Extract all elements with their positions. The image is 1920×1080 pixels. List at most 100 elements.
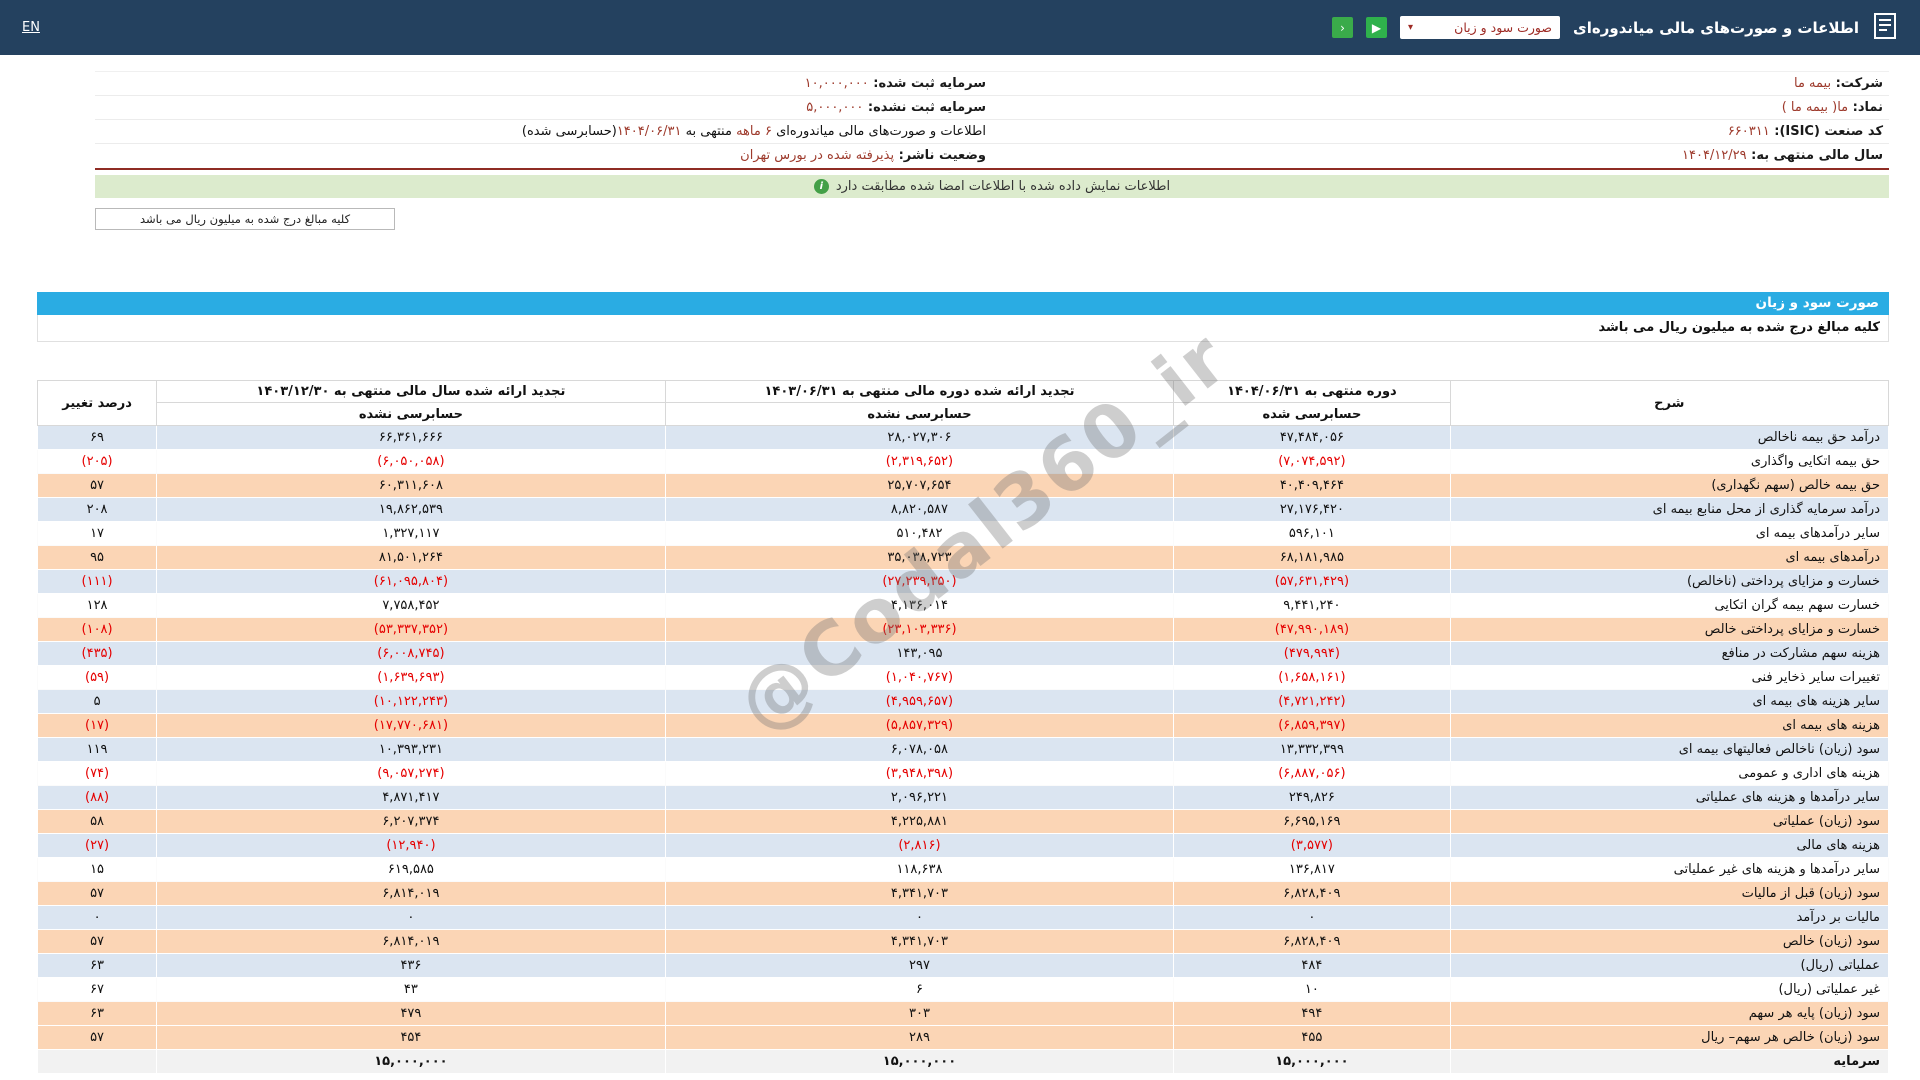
column-header-period-prior: تجدید ارائه شده دوره مالی منتهی به ۱۴۰۳/… <box>665 381 1174 403</box>
cell-prior-period: (۲,۳۱۹,۶۵۲) <box>665 450 1174 474</box>
cell-prior-period: ۴,۱۳۶,۰۱۴ <box>665 594 1174 618</box>
cell-change-percent: (۱۱۱) <box>38 570 157 594</box>
cell-current-period: (۴۷۹,۹۹۴) <box>1174 642 1450 666</box>
cell-current-period: ۱۰ <box>1174 978 1450 1002</box>
cell-prior-period: (۲۳,۱۰۳,۳۳۶) <box>665 618 1174 642</box>
cell-change-percent: ۶۷ <box>38 978 157 1002</box>
signature-match-banner: اطلاعات نمایش داده شده با اطلاعات امضا ش… <box>95 175 1889 198</box>
cell-current-period: (۵۷,۶۳۱,۴۲۹) <box>1174 570 1450 594</box>
info-label: سال مالی منتهی به: <box>1747 148 1883 163</box>
statement-row: سایر درآمدها و هزینه های غیر عملیاتی۱۳۶,… <box>38 858 1889 882</box>
cell-current-period: ۴۸۴ <box>1174 954 1450 978</box>
prev-statement-button[interactable]: ▶ <box>1366 17 1387 38</box>
statement-row: تغییرات سایر ذخایر فنی(۱,۶۵۸,۱۶۱)(۱,۰۴۰,… <box>38 666 1889 690</box>
cell-prior-year: (۹,۰۵۷,۲۷۴) <box>157 762 666 786</box>
language-toggle-en[interactable]: EN <box>22 20 40 35</box>
cell-prior-period: ۵۱۰,۴۸۲ <box>665 522 1174 546</box>
company-info-field: شرکت: بیمه ما <box>992 72 1889 96</box>
row-desc: سایر هزینه های بیمه ای <box>1450 690 1888 714</box>
cell-prior-year: (۶,۰۵۰,۰۵۸) <box>157 450 666 474</box>
statement-row: سود (زیان) عملیاتی۶,۶۹۵,۱۶۹۴,۲۲۵,۸۸۱۶,۲۰… <box>38 810 1889 834</box>
cell-prior-year: ۶۱۹,۵۸۵ <box>157 858 666 882</box>
cell-prior-year: (۱۷,۷۷۰,۶۸۱) <box>157 714 666 738</box>
statement-row: حق بیمه خالص (سهم نگهداری)۴۰,۴۰۹,۴۶۴۲۵,۷… <box>38 474 1889 498</box>
next-statement-button[interactable]: ‹ <box>1332 17 1353 38</box>
banner-text: اطلاعات نمایش داده شده با اطلاعات امضا ش… <box>836 179 1170 194</box>
cell-prior-year: ۸۱,۵۰۱,۲۶۴ <box>157 546 666 570</box>
cell-change-percent: ۱۲۸ <box>38 594 157 618</box>
cell-prior-year: ۷,۷۵۸,۴۵۲ <box>157 594 666 618</box>
cell-prior-period: (۲۷,۲۳۹,۳۵۰) <box>665 570 1174 594</box>
statement-row: خسارت و مزایای پرداختی خالص(۴۷,۹۹۰,۱۸۹)(… <box>38 618 1889 642</box>
row-desc: تغییرات سایر ذخایر فنی <box>1450 666 1888 690</box>
statement-row: هزینه های بیمه ای(۶,۸۵۹,۳۹۷)(۵,۸۵۷,۳۲۹)(… <box>38 714 1889 738</box>
row-desc: حق بیمه اتکایی واگذاری <box>1450 450 1888 474</box>
row-desc: سرمایه <box>1450 1050 1888 1074</box>
cell-change-percent: ۱۵ <box>38 858 157 882</box>
statement-row: سایر درآمدها و هزینه های عملیاتی۲۴۹,۸۲۶۲… <box>38 786 1889 810</box>
info-value: ۱۴۰۴/۰۶/۳۱ <box>617 124 682 139</box>
company-info-section: شرکت: بیمه ماسرمایه ثبت شده: ۱۰,۰۰۰,۰۰۰ن… <box>95 71 1889 170</box>
cell-current-period: (۶,۸۸۷,۰۵۶) <box>1174 762 1450 786</box>
cell-prior-year: ۶,۲۰۷,۳۷۴ <box>157 810 666 834</box>
cell-prior-year: (۵۳,۳۳۷,۳۵۲) <box>157 618 666 642</box>
cell-prior-period: ۱۱۸,۶۳۸ <box>665 858 1174 882</box>
cell-current-period: ۱۵,۰۰۰,۰۰۰ <box>1174 1050 1450 1074</box>
capital-info-field: وضعیت ناشر: پذیرفته شده در بورس تهران <box>95 144 992 168</box>
cell-prior-year: ۱۰,۳۹۳,۲۳۱ <box>157 738 666 762</box>
cell-prior-period: (۲,۸۱۶) <box>665 834 1174 858</box>
navbar-right-group: اطلاعات و صورت‌های مالی میاندوره‌ای صورت… <box>1332 12 1898 44</box>
statement-row: سود (زیان) ناخالص فعالیتهای بیمه ای۱۳,۳۳… <box>38 738 1889 762</box>
info-value: پذیرفته شده در بورس تهران <box>740 148 894 163</box>
row-desc: سایر درآمدها و هزینه های عملیاتی <box>1450 786 1888 810</box>
statement-row: درآمد سرمایه گذاری از محل منابع بیمه ای۲… <box>38 498 1889 522</box>
info-label: وضعیت ناشر: <box>894 148 986 163</box>
row-desc: سایر درآمدها و هزینه های غیر عملیاتی <box>1450 858 1888 882</box>
info-label: (حسابرسی شده) <box>522 124 617 139</box>
cell-prior-period: ۴,۲۲۵,۸۸۱ <box>665 810 1174 834</box>
chevron-down-icon: ▾ <box>1408 22 1413 33</box>
info-value: بیمه ما <box>1794 76 1831 91</box>
cell-prior-period: (۵,۸۵۷,۳۲۹) <box>665 714 1174 738</box>
cell-prior-year: ۱,۳۲۷,۱۱۷ <box>157 522 666 546</box>
cell-prior-period: (۴,۹۵۹,۶۵۷) <box>665 690 1174 714</box>
cell-current-period: (۶,۸۵۹,۳۹۷) <box>1174 714 1450 738</box>
cell-prior-year: ۴۳ <box>157 978 666 1002</box>
cell-current-period: ۴۵۵ <box>1174 1026 1450 1050</box>
column-header-period-year: تجدید ارائه شده سال مالی منتهی به ۱۴۰۳/۱… <box>157 381 666 403</box>
info-value: ما( بیمه ما ) <box>1782 100 1848 115</box>
cell-change-percent: (۲۰۵) <box>38 450 157 474</box>
row-desc: درآمد حق بیمه ناخالص <box>1450 426 1888 450</box>
info-label: نماد: <box>1848 100 1883 115</box>
cell-change-percent: ۵۷ <box>38 1026 157 1050</box>
cell-prior-year: (۱۰,۱۲۲,۲۴۳) <box>157 690 666 714</box>
statement-select[interactable]: صورت سود و زیان ▾ <box>1400 16 1560 39</box>
cell-prior-year: ۴,۸۷۱,۴۱۷ <box>157 786 666 810</box>
info-value: ۱۰,۰۰۰,۰۰۰ <box>805 76 869 91</box>
cell-prior-year: ۰ <box>157 906 666 930</box>
cell-change-percent: ۰ <box>38 906 157 930</box>
cell-change-percent: ۹۵ <box>38 546 157 570</box>
statement-row: هزینه های اداری و عمومی(۶,۸۸۷,۰۵۶)(۳,۹۴۸… <box>38 762 1889 786</box>
row-desc: خسارت و مزایای پرداختی خالص <box>1450 618 1888 642</box>
statement-row: سود (زیان) پایه هر سهم۴۹۴۳۰۳۴۷۹۶۳ <box>38 1002 1889 1026</box>
cell-prior-period: ۴,۳۴۱,۷۰۳ <box>665 882 1174 906</box>
cell-current-period: ۶,۸۲۸,۴۰۹ <box>1174 882 1450 906</box>
statements-icon <box>1872 12 1898 44</box>
cell-prior-year: (۶,۰۰۸,۷۴۵) <box>157 642 666 666</box>
column-header-change: درصد تغییر <box>38 381 157 426</box>
statement-row: خسارت و مزایای پرداختی (ناخالص)(۵۷,۶۳۱,۴… <box>38 570 1889 594</box>
cell-change-percent: ۲۰۸ <box>38 498 157 522</box>
cell-change-percent: (۴۳۵) <box>38 642 157 666</box>
cell-prior-period: ۱۵,۰۰۰,۰۰۰ <box>665 1050 1174 1074</box>
cell-prior-year: ۶۶,۳۶۱,۶۶۶ <box>157 426 666 450</box>
cell-current-period: (۴,۷۲۱,۲۴۲) <box>1174 690 1450 714</box>
row-desc: هزینه های بیمه ای <box>1450 714 1888 738</box>
cell-change-percent: ۱۱۹ <box>38 738 157 762</box>
cell-change-percent: (۸۸) <box>38 786 157 810</box>
cell-change-percent: ۵۷ <box>38 882 157 906</box>
cell-change-percent: (۱۰۸) <box>38 618 157 642</box>
cell-current-period: ۶,۸۲۸,۴۰۹ <box>1174 930 1450 954</box>
column-header-period-current: دوره منتهی به ۱۴۰۴/۰۶/۳۱ <box>1174 381 1450 403</box>
company-info-grid: شرکت: بیمه ماسرمایه ثبت شده: ۱۰,۰۰۰,۰۰۰ن… <box>95 72 1889 168</box>
